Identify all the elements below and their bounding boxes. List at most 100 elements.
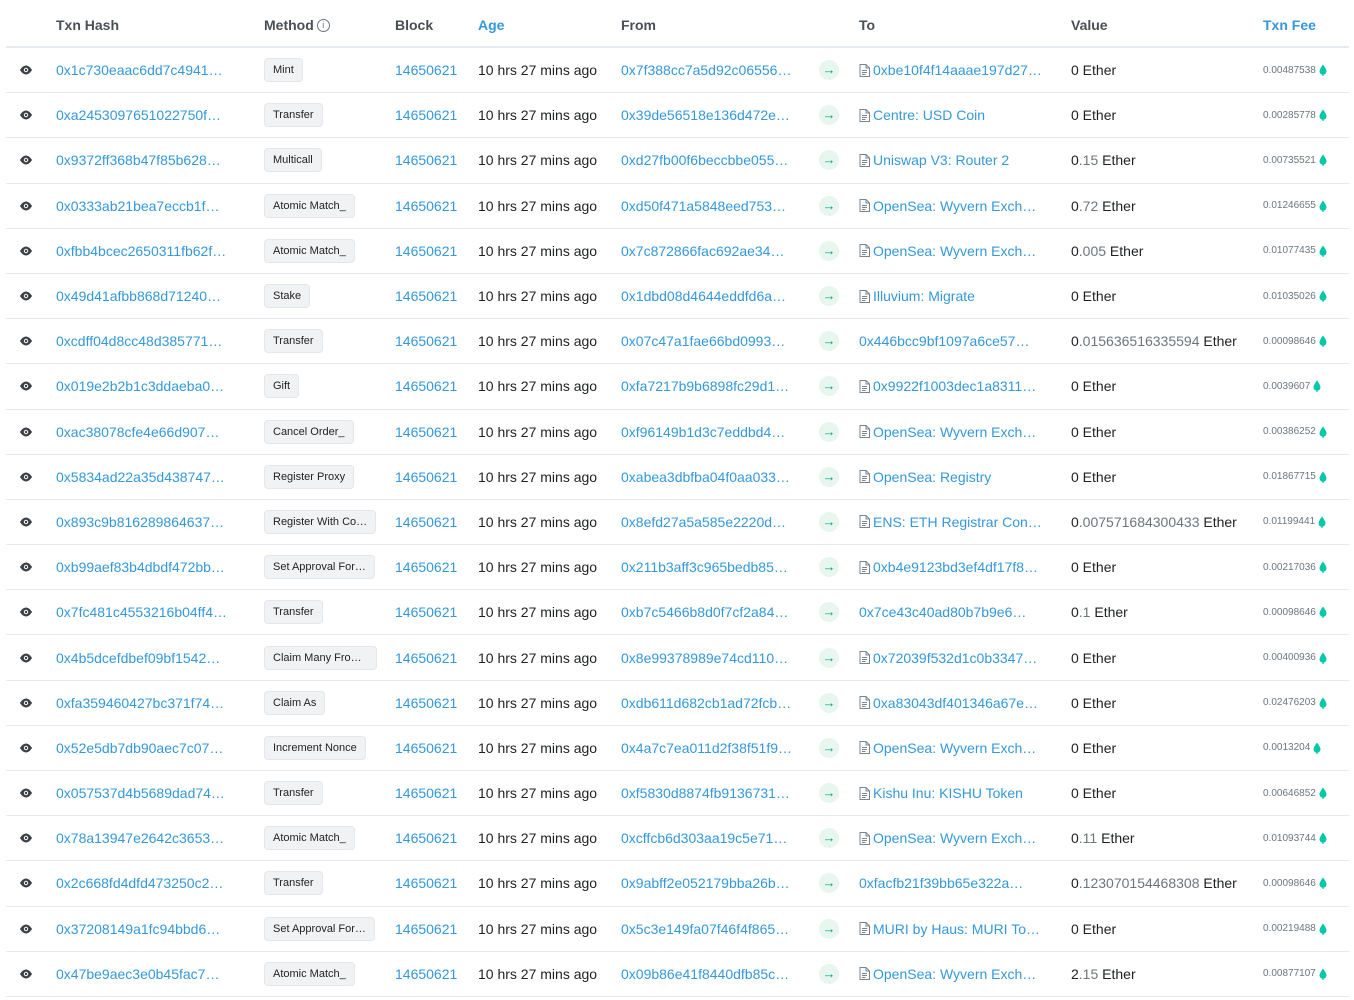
eye-icon[interactable]	[17, 377, 35, 395]
info-icon[interactable]: i	[316, 18, 330, 32]
from-address-link[interactable]: 0x4a7c7ea011d2f38f51f9…	[621, 740, 792, 756]
col-age-toggle[interactable]: Age	[478, 4, 613, 46]
from-address-link[interactable]: 0xf5830d8874fb9136731…	[621, 785, 790, 801]
to-address-link[interactable]: 0x7ce43c40ad80b7b9e6…	[859, 604, 1026, 620]
block-link[interactable]: 14650621	[395, 695, 457, 711]
from-address-link[interactable]: 0xabea3dbfba04f0aa033…	[621, 469, 790, 485]
to-address-link[interactable]: Kishu Inu: KISHU Token	[873, 785, 1023, 801]
txn-hash-link[interactable]: 0x78a13947e2642c3653…	[56, 830, 224, 846]
to-address-link[interactable]: Centre: USD Coin	[873, 107, 985, 123]
txn-hash-link[interactable]: 0x7fc481c4553216b04ff4…	[56, 604, 227, 620]
eye-icon[interactable]	[17, 558, 35, 576]
block-link[interactable]: 14650621	[395, 650, 457, 666]
txn-hash-link[interactable]: 0x9372ff368b47f85b628…	[56, 152, 221, 168]
to-address-link[interactable]: OpenSea: Registry	[873, 469, 991, 485]
to-address-link[interactable]: 0xb4e9123bd3ef4df17f8…	[873, 559, 1038, 575]
eye-icon[interactable]	[17, 106, 35, 124]
from-address-link[interactable]: 0xf96149b1d3c7eddbd4…	[621, 424, 785, 440]
txn-hash-link[interactable]: 0xfa359460427bc371f74…	[56, 695, 224, 711]
from-address-link[interactable]: 0x8efd27a5a585e2220d…	[621, 514, 786, 530]
to-address-link[interactable]: 0xfacfb21f39bb65e322a…	[859, 875, 1023, 891]
from-address-link[interactable]: 0x8e99378989e74cd110…	[621, 650, 788, 666]
from-address-link[interactable]: 0xcffcb6d303aa19c5e71…	[621, 830, 787, 846]
to-address-link[interactable]: ENS: ETH Registrar Con…	[873, 514, 1042, 530]
from-address-link[interactable]: 0x5c3e149fa07f46f4f865…	[621, 921, 789, 937]
block-link[interactable]: 14650621	[395, 514, 457, 530]
eye-icon[interactable]	[17, 874, 35, 892]
to-address-link[interactable]: OpenSea: Wyvern Exch…	[873, 740, 1036, 756]
block-link[interactable]: 14650621	[395, 604, 457, 620]
to-address-link[interactable]: Uniswap V3: Router 2	[873, 152, 1009, 168]
block-link[interactable]: 14650621	[395, 62, 457, 78]
to-address-link[interactable]: 0x72039f532d1c0b3347…	[873, 650, 1037, 666]
block-link[interactable]: 14650621	[395, 288, 457, 304]
txn-hash-link[interactable]: 0x2c668fd4dfd473250c2…	[56, 875, 223, 891]
to-address-link[interactable]: OpenSea: Wyvern Exch…	[873, 830, 1036, 846]
txn-hash-link[interactable]: 0x4b5dcefdbef09bf1542…	[56, 650, 220, 666]
from-address-link[interactable]: 0xdb611d682cb1ad72fcb…	[621, 695, 791, 711]
txn-hash-link[interactable]: 0x52e5db7db90aec7c07…	[56, 740, 223, 756]
from-address-link[interactable]: 0x9abff2e052179bba26b…	[621, 875, 790, 891]
to-address-link[interactable]: Illuvium: Migrate	[873, 288, 975, 304]
txn-hash-link[interactable]: 0xcdff04d8cc48d385771…	[56, 333, 222, 349]
block-link[interactable]: 14650621	[395, 830, 457, 846]
block-link[interactable]: 14650621	[395, 107, 457, 123]
col-txn-fee-toggle[interactable]: Txn Fee	[1263, 4, 1347, 46]
txn-hash-link[interactable]: 0x019e2b2b1c3ddaeba0…	[56, 378, 224, 394]
to-address-link[interactable]: OpenSea: Wyvern Exch…	[873, 966, 1036, 982]
to-address-link[interactable]: 0xbe10f4f14aaae197d27…	[873, 62, 1042, 78]
txn-hash-link[interactable]: 0x49d41afbb868d71240…	[56, 288, 221, 304]
eye-icon[interactable]	[17, 694, 35, 712]
block-link[interactable]: 14650621	[395, 243, 457, 259]
from-address-link[interactable]: 0x09b86e41f8440dfb85c…	[621, 966, 789, 982]
eye-icon[interactable]	[17, 739, 35, 757]
txn-hash-link[interactable]: 0x1c730eaac6dd7c4941…	[56, 62, 223, 78]
txn-hash-link[interactable]: 0x893c9b816289864637…	[56, 514, 224, 530]
from-address-link[interactable]: 0x07c47a1fae66bd0993…	[621, 333, 785, 349]
txn-hash-link[interactable]: 0x5834ad22a35d438747…	[56, 469, 225, 485]
to-address-link[interactable]: OpenSea: Wyvern Exch…	[873, 243, 1036, 259]
block-link[interactable]: 14650621	[395, 469, 457, 485]
to-address-link[interactable]: OpenSea: Wyvern Exch…	[873, 198, 1036, 214]
from-address-link[interactable]: 0xd50f471a5848eed753…	[621, 198, 786, 214]
eye-icon[interactable]	[17, 965, 35, 983]
eye-icon[interactable]	[17, 242, 35, 260]
txn-hash-link[interactable]: 0x37208149a1fc94bbd6…	[56, 921, 220, 937]
txn-hash-link[interactable]: 0x057537d4b5689dad74…	[56, 785, 225, 801]
txn-hash-link[interactable]: 0xb99aef83b4dbdf472bb…	[56, 559, 225, 575]
block-link[interactable]: 14650621	[395, 333, 457, 349]
from-address-link[interactable]: 0xd27fb00f6beccbbe055…	[621, 152, 788, 168]
to-address-link[interactable]: MURI by Haus: MURI To…	[873, 921, 1040, 937]
eye-icon[interactable]	[17, 603, 35, 621]
eye-icon[interactable]	[17, 829, 35, 847]
txn-hash-link[interactable]: 0xfbb4bcec2650311fb62f…	[56, 243, 226, 259]
from-address-link[interactable]: 0xb7c5466b8d0f7cf2a84…	[621, 604, 788, 620]
eye-icon[interactable]	[17, 468, 35, 486]
block-link[interactable]: 14650621	[395, 198, 457, 214]
block-link[interactable]: 14650621	[395, 875, 457, 891]
from-address-link[interactable]: 0x7f388cc7a5d92c06556…	[621, 62, 791, 78]
eye-icon[interactable]	[17, 287, 35, 305]
block-link[interactable]: 14650621	[395, 966, 457, 982]
block-link[interactable]: 14650621	[395, 785, 457, 801]
eye-icon[interactable]	[17, 513, 35, 531]
block-link[interactable]: 14650621	[395, 921, 457, 937]
eye-icon[interactable]	[17, 197, 35, 215]
txn-hash-link[interactable]: 0xa2453097651022750f…	[56, 107, 221, 123]
from-address-link[interactable]: 0x39de56518e136d472e…	[621, 107, 790, 123]
eye-icon[interactable]	[17, 649, 35, 667]
txn-hash-link[interactable]: 0x0333ab21bea7eccb1f…	[56, 198, 219, 214]
block-link[interactable]: 14650621	[395, 152, 457, 168]
txn-hash-link[interactable]: 0x47be9aec3e0b45fac7…	[56, 966, 219, 982]
eye-icon[interactable]	[17, 423, 35, 441]
txn-hash-link[interactable]: 0xac38078cfe4e66d907…	[56, 424, 219, 440]
to-address-link[interactable]: 0x9922f1003dec1a8311…	[873, 378, 1036, 394]
to-address-link[interactable]: 0xa83043df401346a67e…	[873, 695, 1038, 711]
from-address-link[interactable]: 0x211b3aff3c965bedb85…	[621, 559, 788, 575]
block-link[interactable]: 14650621	[395, 559, 457, 575]
eye-icon[interactable]	[17, 920, 35, 938]
block-link[interactable]: 14650621	[395, 424, 457, 440]
block-link[interactable]: 14650621	[395, 740, 457, 756]
from-address-link[interactable]: 0xfa7217b9b6898fc29d1…	[621, 378, 789, 394]
to-address-link[interactable]: 0x446bcc9bf1097a6ce57…	[859, 333, 1029, 349]
